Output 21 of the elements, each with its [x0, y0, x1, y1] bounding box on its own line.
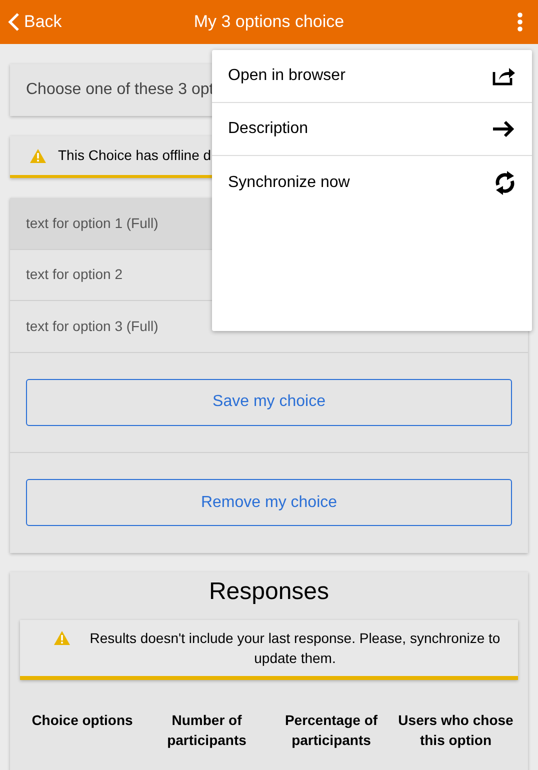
column-header: Number of participants [166, 710, 248, 750]
more-icon[interactable] [517, 12, 523, 32]
intro-text: Choose one of these 3 opt [26, 80, 214, 100]
sync-icon [494, 170, 516, 194]
notice-text: Results doesn't include your last response. Please, synchronize to update them. [88, 628, 502, 668]
menu-item[interactable]: Synchronize now [212, 156, 532, 209]
save-button[interactable]: Save my choice [26, 378, 512, 426]
page-title: My 3 options choice [194, 11, 344, 34]
share-icon [492, 66, 516, 86]
menu-item[interactable]: Description [212, 103, 532, 156]
notice-text: This Choice has offline d [58, 146, 212, 165]
column-header: Percentage of participants [284, 710, 379, 750]
column-header: Users who chose this option [397, 710, 514, 750]
responses-title: Responses [208, 576, 330, 606]
column-header: Choice options [30, 710, 134, 730]
remove-button[interactable]: Remove my choice [26, 479, 512, 526]
arrow-right-icon [492, 120, 516, 138]
chevron-left-icon [8, 12, 20, 32]
warning-icon [54, 630, 70, 644]
warning-icon [30, 148, 46, 162]
menu-item[interactable]: Open in browser [212, 50, 532, 103]
